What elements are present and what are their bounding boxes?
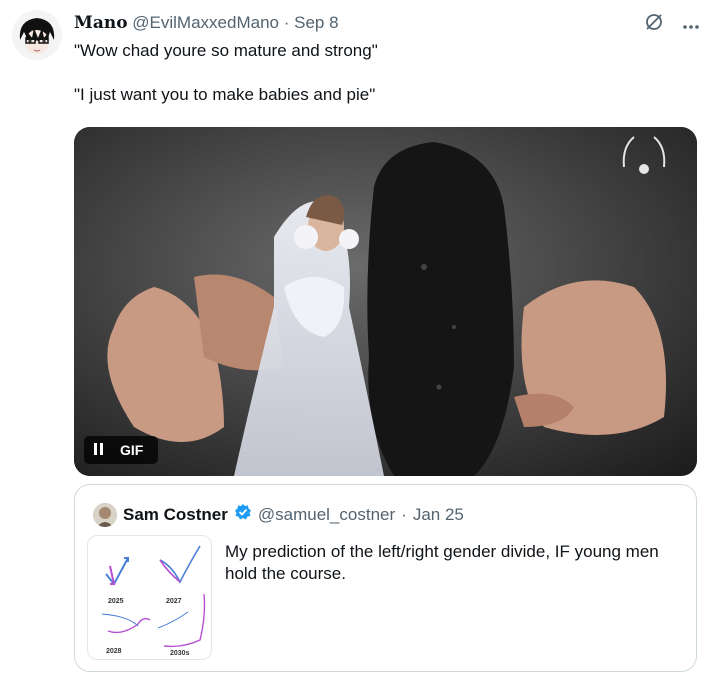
tweet-date[interactable]: Sep 8: [294, 13, 338, 32]
separator-dot: ·: [283, 13, 290, 32]
verified-badge-icon: [234, 503, 252, 527]
thumb-label-2030s: 2030s: [170, 650, 190, 657]
quoted-author-avatar[interactable]: [93, 503, 117, 527]
grok-icon[interactable]: [644, 12, 664, 38]
gif-badge-label: GIF: [120, 442, 144, 458]
author-avatar[interactable]: [12, 10, 62, 60]
quoted-tweet[interactable]: Sam Costner @samuel_costner · Jan 25 202…: [74, 484, 697, 672]
more-icon[interactable]: [682, 14, 700, 36]
quoted-separator-dot: ·: [401, 505, 407, 524]
gender-divide-diagram: [101, 545, 206, 648]
thumb-label-2027: 2027: [166, 598, 182, 605]
quoted-author-name[interactable]: Sam Costner: [123, 504, 228, 526]
gif-play-toggle[interactable]: GIF: [84, 436, 158, 464]
tweet-text-line-2: "I just want you to make babies and pie": [74, 85, 376, 104]
quoted-tweet-date[interactable]: Jan 25: [413, 504, 464, 526]
thumb-label-2028: 2028: [106, 648, 122, 655]
quoted-tweet-header: Sam Costner @samuel_costner · Jan 25: [123, 503, 464, 527]
tweet-text-line-1: "Wow chad youre so mature and strong": [74, 41, 378, 60]
tweet-header: Mano @EvilMaxxedMano · Sep 8: [74, 12, 700, 36]
quoted-thumbnail[interactable]: 2025 2027 2028 2030s: [87, 535, 212, 660]
gif-frame-image: [74, 127, 697, 476]
pause-icon: [94, 442, 106, 458]
quoted-author-handle[interactable]: @samuel_costner: [258, 504, 395, 526]
quoted-tweet-text: My prediction of the left/right gender d…: [225, 542, 659, 583]
author-name[interactable]: Mano: [74, 13, 128, 33]
gif-media[interactable]: GIF: [74, 127, 697, 476]
author-handle[interactable]: @EvilMaxxedMano: [132, 13, 279, 32]
thumb-label-2025: 2025: [108, 598, 124, 605]
tweet-text: "Wow chad youre so mature and strong" "I…: [74, 40, 696, 106]
